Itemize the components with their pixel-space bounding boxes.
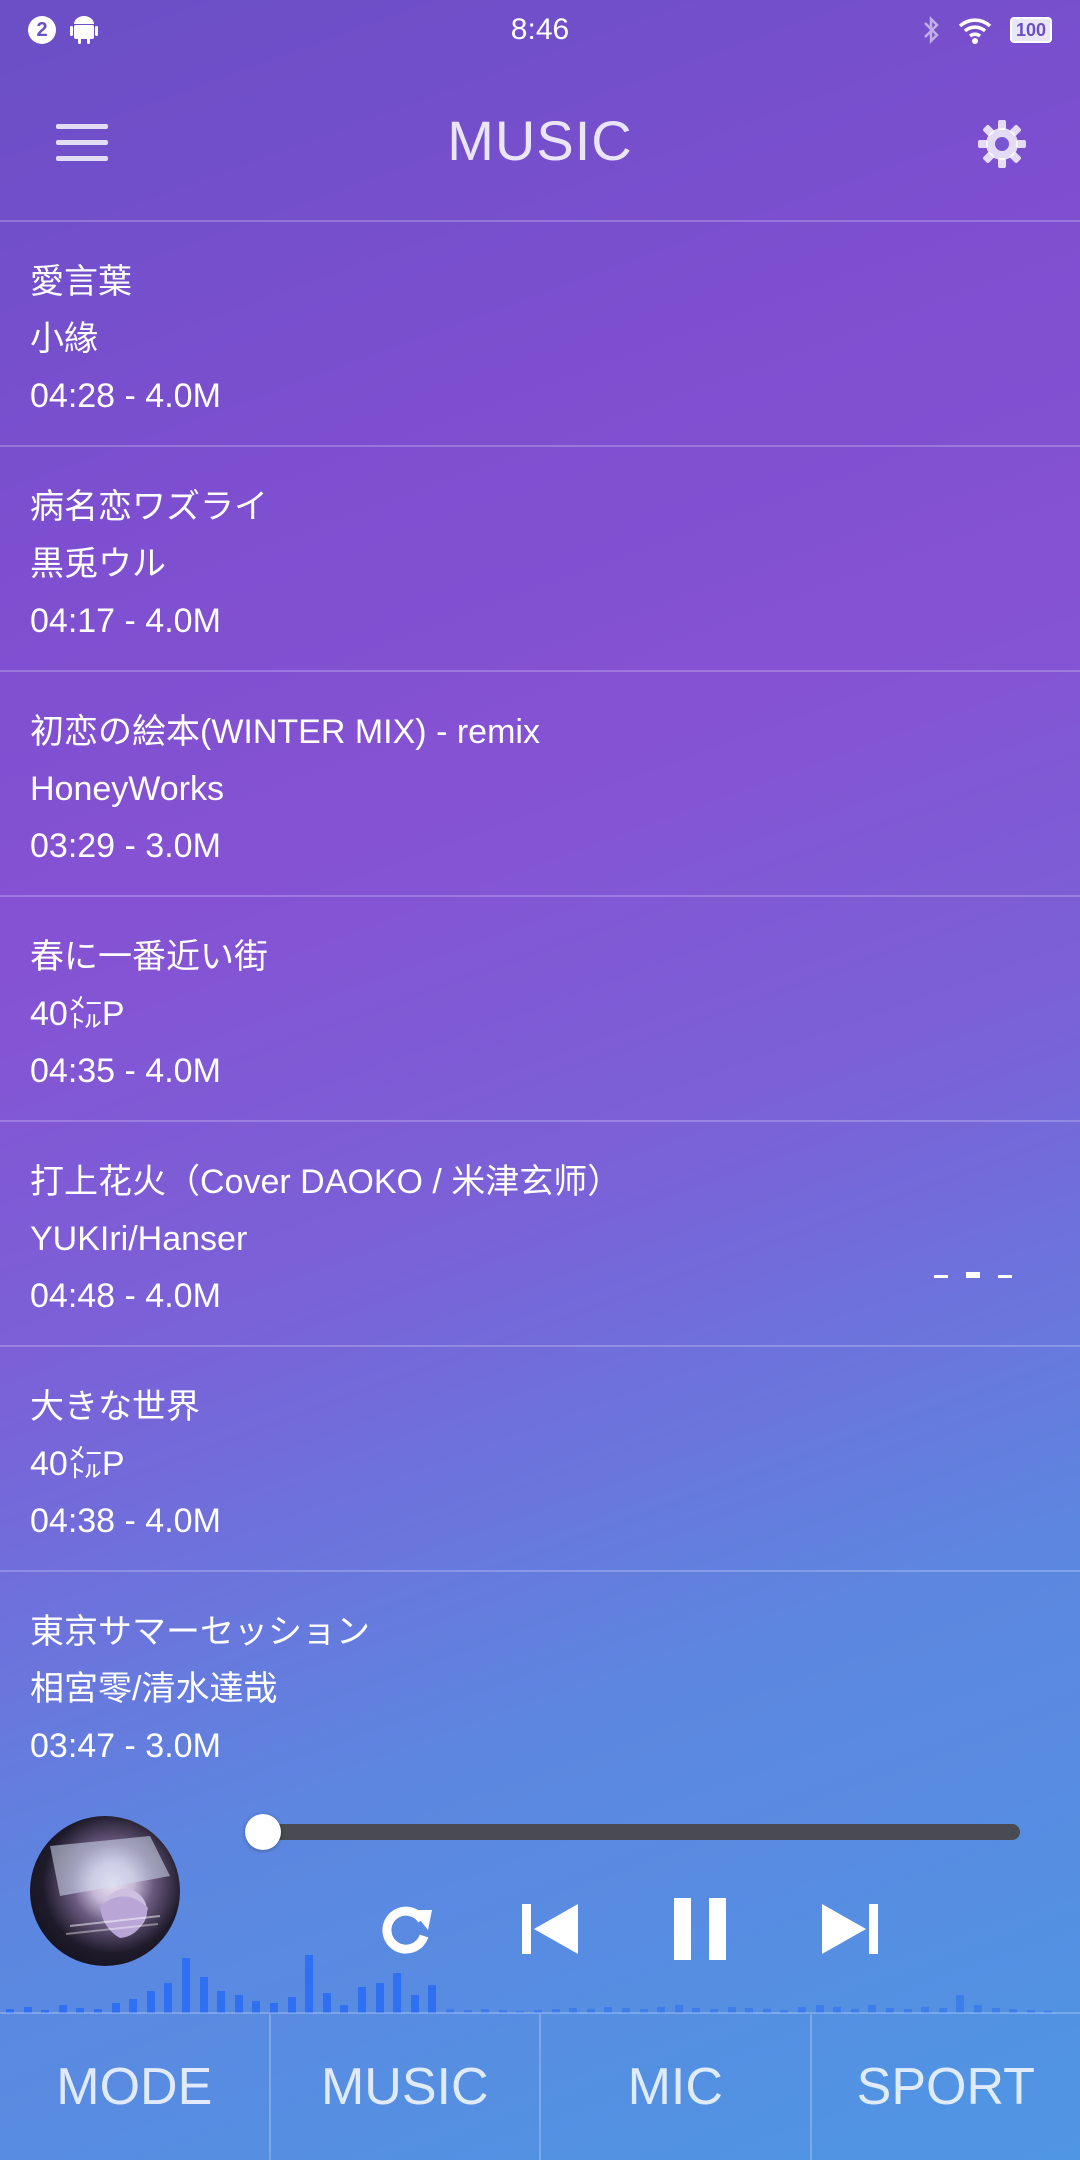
audio-visualizer xyxy=(0,1935,1080,2013)
visualizer-bar xyxy=(358,1987,366,2013)
song-list: 愛言葉 小緣 04:28 - 4.0M 病名恋ワズライ 黒兎ウル 04:17 -… xyxy=(0,222,1080,1797)
song-artist: 40㍍P xyxy=(30,995,125,1033)
app-header: MUSIC xyxy=(0,60,1080,222)
tab-mic[interactable]: MIC xyxy=(541,2014,812,2160)
song-artist: 40㍍P xyxy=(30,1445,125,1483)
visualizer-bar xyxy=(375,1983,384,2013)
bluetooth-icon xyxy=(924,15,939,45)
visualizer-bar xyxy=(428,1985,437,2013)
tab-mode[interactable]: MODE xyxy=(0,2014,271,2160)
song-list-item[interactable]: 東京サマーセッション 相宮零/清水達哉 03:47 - 3.0M xyxy=(0,1572,1080,1797)
notification-count-badge: 2 xyxy=(28,16,56,44)
progress-knob[interactable] xyxy=(245,1814,282,1850)
song-artist: 小緣 xyxy=(30,320,98,358)
song-title: 春に一番近い街 xyxy=(30,938,268,976)
song-title: 初恋の絵本(WINTER MIX) - remix xyxy=(30,713,540,751)
visualizer-bar xyxy=(129,1999,138,2013)
visualizer-bar xyxy=(182,1958,190,2013)
song-artist: 黒兎ウル xyxy=(30,545,166,583)
bottom-nav: MODE MUSIC MIC SPORT xyxy=(0,2012,1080,2160)
song-list-item[interactable]: 愛言葉 小緣 04:28 - 4.0M xyxy=(0,222,1080,447)
status-right: 100 xyxy=(922,15,1052,45)
visualizer-bar xyxy=(146,1991,155,2013)
wifi-icon xyxy=(958,18,992,44)
song-list-item[interactable]: 大きな世界 40㍍P 04:38 - 4.0M xyxy=(0,1347,1080,1572)
song-duration-size: 04:38 - 4.0M xyxy=(30,1502,221,1540)
song-artist: HoneyWorks xyxy=(30,770,224,808)
song-list-item[interactable]: 春に一番近い街 40㍍P 04:35 - 4.0M xyxy=(0,897,1080,1122)
visualizer-bar xyxy=(305,1955,314,2013)
status-bar: 2 8:46 100 xyxy=(0,0,1080,60)
status-time: 8:46 xyxy=(510,13,570,46)
now-playing-indicator-icon xyxy=(934,1272,1012,1278)
visualizer-bar xyxy=(956,1995,965,2013)
song-list-item[interactable]: 病名恋ワズライ 黒兎ウル 04:17 - 4.0M xyxy=(0,447,1080,672)
gear-icon[interactable] xyxy=(976,118,1028,170)
page-title: MUSIC xyxy=(447,108,633,172)
visualizer-bar xyxy=(164,1983,173,2013)
song-list-item-playing[interactable]: 打上花火（Cover DAOKO / 米津玄师） YUKIri/Hanser 0… xyxy=(0,1122,1080,1347)
song-title: 打上花火（Cover DAOKO / 米津玄师） xyxy=(30,1163,622,1201)
visualizer-bar xyxy=(217,1991,226,2013)
song-duration-size: 04:35 - 4.0M xyxy=(30,1052,221,1090)
song-title: 病名恋ワズライ xyxy=(30,488,268,526)
visualizer-bar xyxy=(234,1995,243,2013)
tab-sport[interactable]: SPORT xyxy=(812,2014,1080,2160)
song-title: 大きな世界 xyxy=(30,1388,200,1426)
android-icon xyxy=(70,16,98,44)
status-left: 2 xyxy=(28,15,98,45)
song-title: 愛言葉 xyxy=(30,263,132,301)
visualizer-bar xyxy=(410,1995,419,2013)
visualizer-bar xyxy=(322,1993,331,2013)
hamburger-menu-icon[interactable] xyxy=(56,124,108,164)
visualizer-bar xyxy=(393,1973,402,2013)
song-artist: YUKIri/Hanser xyxy=(30,1220,248,1258)
visualizer-bar xyxy=(287,1997,296,2013)
tab-music[interactable]: MUSIC xyxy=(271,2014,541,2160)
song-title: 東京サマーセッション xyxy=(30,1613,370,1651)
battery-icon: 100 xyxy=(1009,17,1052,43)
song-artist: 相宮零/清水達哉 xyxy=(30,1670,278,1708)
song-duration-size: 04:48 - 4.0M xyxy=(30,1277,221,1315)
song-duration-size: 04:17 - 4.0M xyxy=(30,602,221,640)
progress-bar[interactable] xyxy=(245,1814,1020,1850)
visualizer-bar xyxy=(199,1977,208,2013)
song-duration-size: 03:47 - 3.0M xyxy=(30,1727,221,1765)
song-list-item[interactable]: 初恋の絵本(WINTER MIX) - remix HoneyWorks 03:… xyxy=(0,672,1080,897)
song-duration-size: 03:29 - 3.0M xyxy=(30,827,221,865)
song-duration-size: 04:28 - 4.0M xyxy=(30,377,221,415)
